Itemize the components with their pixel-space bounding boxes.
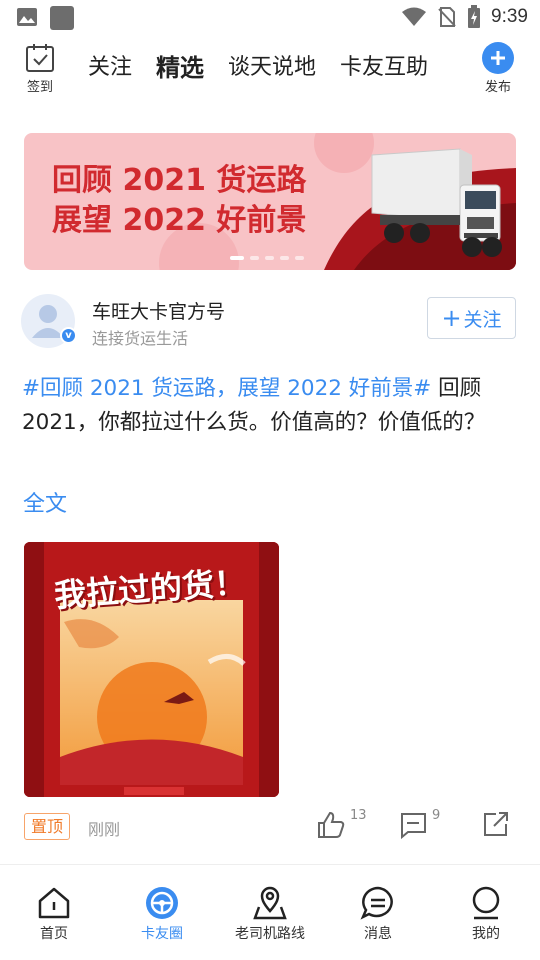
follow-label: 关注 [463, 308, 502, 331]
comment-count: 9 [432, 808, 441, 823]
map-route-icon [253, 886, 287, 920]
no-sim-icon [438, 7, 456, 27]
follow-button[interactable]: + 关注 [427, 297, 516, 339]
post-text[interactable]: #回顾 2021 货运路，展望 2022 好前景# 回顾 2021，你都拉过什么… [22, 372, 518, 440]
truck-illustration [371, 148, 502, 257]
checkin-label: 签到 [26, 80, 53, 95]
share-icon [484, 812, 508, 836]
banner-line-1: 回顾 2021 货运路 [52, 163, 307, 198]
nav-profile[interactable]: 我的 [432, 885, 540, 943]
promo-banner[interactable]: 回顾 2021 货运路 展望 2022 好前景 [24, 133, 516, 270]
comment-icon [401, 813, 426, 840]
plus-icon: + [441, 304, 462, 332]
banner-pagination [230, 256, 304, 260]
nav-home[interactable]: 首页 [0, 885, 108, 943]
post-image[interactable]: 我拉过的货！ [24, 542, 279, 797]
nav-truck-circle-label: 卡友圈 [141, 926, 183, 942]
tab-bar: 关注 精选 谈天说地 卡友互助 [88, 52, 428, 84]
app-notification-icon [50, 6, 74, 30]
checkin-button[interactable]: 签到 [20, 42, 60, 95]
status-bar: 9:39 [0, 0, 540, 36]
tab-follow[interactable]: 关注 [88, 52, 132, 84]
calendar-check-icon [26, 44, 54, 72]
nav-messages-label: 消息 [364, 926, 392, 942]
banner-dot [295, 256, 304, 260]
nav-routes[interactable]: 老司机路线 [216, 885, 324, 943]
bottom-navigation: 首页 卡友圈 老司机路线 消息 我的 [0, 865, 540, 960]
nav-routes-label: 老司机路线 [235, 926, 305, 942]
comment-button[interactable]: 9 [398, 808, 441, 840]
banner-dot [250, 256, 259, 260]
plus-icon [482, 42, 514, 74]
tab-featured[interactable]: 精选 [156, 52, 204, 84]
banner-dot [230, 256, 244, 260]
publish-button[interactable]: 发布 [478, 42, 518, 95]
like-button[interactable]: 13 [316, 808, 367, 840]
author-name[interactable]: 车旺大卡官方号 [92, 297, 225, 324]
clock-time: 9:39 [491, 6, 528, 27]
nav-truck-circle[interactable]: 卡友圈 [108, 885, 216, 943]
image-notification-icon [17, 8, 37, 26]
thumbs-up-icon [318, 811, 345, 838]
post-time: 刚刚 [88, 820, 121, 839]
wifi-icon [402, 7, 427, 26]
banner-headline: 回顾 2021 货运路 展望 2022 好前景 [52, 161, 306, 241]
home-icon [38, 887, 70, 919]
verified-badge-icon: v [60, 327, 77, 344]
publish-label: 发布 [484, 80, 511, 95]
post-hashtag[interactable]: #回顾 2021 货运路，展望 2022 好前景# [22, 376, 431, 401]
profile-icon [472, 886, 500, 920]
message-icon [360, 886, 393, 920]
share-button[interactable] [482, 810, 510, 838]
steering-wheel-icon [146, 887, 178, 919]
battery-charging-icon [468, 5, 481, 28]
banner-dot [280, 256, 289, 260]
pinned-badge: 置顶 [24, 813, 71, 840]
tab-chat[interactable]: 谈天说地 [228, 52, 316, 84]
like-count: 13 [350, 808, 367, 823]
tab-mutual-help[interactable]: 卡友互助 [340, 52, 428, 84]
nav-messages[interactable]: 消息 [324, 885, 432, 943]
full-text-link[interactable]: 全文 [23, 486, 67, 518]
banner-line-2: 展望 2022 好前景 [52, 203, 307, 238]
nav-home-label: 首页 [40, 926, 68, 942]
top-navigation: 签到 关注 精选 谈天说地 卡友互助 发布 [0, 40, 540, 100]
nav-profile-label: 我的 [472, 926, 500, 942]
banner-dot [265, 256, 274, 260]
author-subtitle: 连接货运生活 [92, 329, 189, 348]
